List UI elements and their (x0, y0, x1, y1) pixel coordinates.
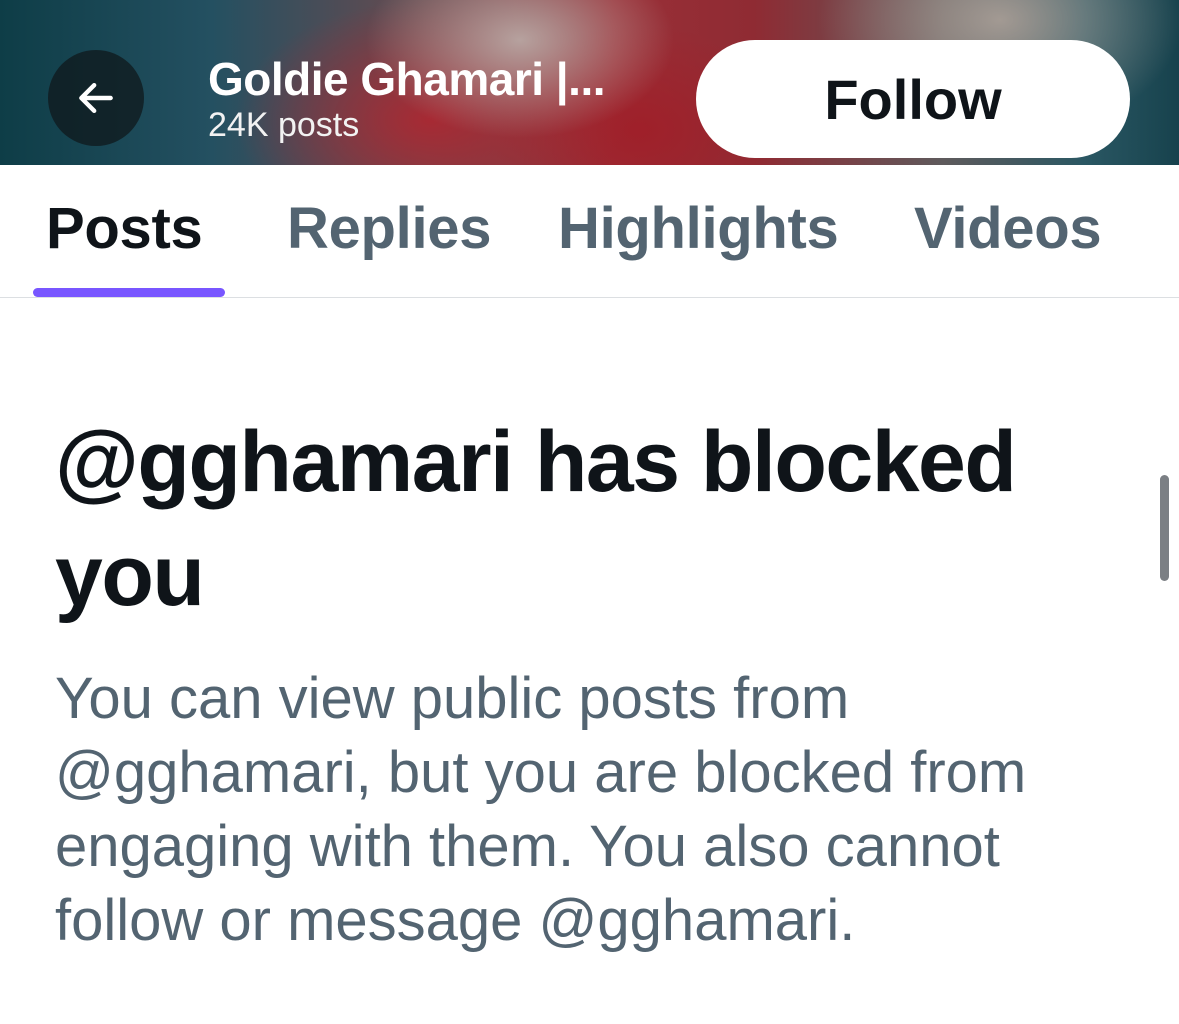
tab-posts[interactable]: Posts (46, 195, 203, 262)
tab-videos[interactable]: Videos (914, 195, 1102, 262)
profile-header-banner: Goldie Ghamari |... 24K posts Follow (0, 0, 1179, 165)
blocked-message: You can view public posts from @gghamari… (55, 666, 1027, 953)
arrow-left-icon (79, 82, 113, 114)
profile-tabs: Posts Replies Highlights Videos (0, 165, 1179, 298)
tab-replies[interactable]: Replies (287, 195, 492, 262)
scrollbar[interactable] (1160, 475, 1169, 581)
back-button[interactable] (48, 50, 144, 146)
follow-button[interactable]: Follow (696, 40, 1130, 158)
profile-name: Goldie Ghamari |... (208, 53, 606, 105)
profile-page: Goldie Ghamari |... 24K posts Follow Pos… (0, 0, 1179, 1024)
blocked-title: @gghamari has blocked you (55, 414, 1017, 624)
tab-highlights[interactable]: Highlights (558, 195, 839, 262)
post-count: 24K posts (208, 106, 360, 144)
active-tab-indicator (33, 288, 225, 297)
